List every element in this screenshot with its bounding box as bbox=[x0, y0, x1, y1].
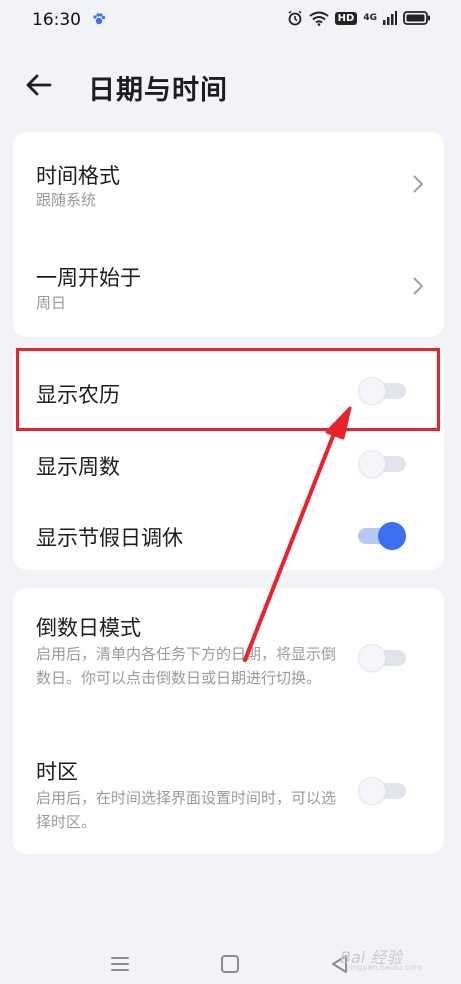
home-icon[interactable] bbox=[218, 952, 242, 976]
toggle-knob bbox=[358, 777, 386, 805]
week-start-value: 周日 bbox=[36, 294, 67, 312]
alarm-icon bbox=[288, 10, 302, 26]
annotation-highlight-box bbox=[16, 348, 440, 431]
signal-icon bbox=[383, 11, 397, 25]
week-start-title: 一周开始于 bbox=[36, 266, 141, 290]
format-settings-card: 时间格式 跟随系统 一周开始于 周日 bbox=[13, 132, 444, 337]
timezone-row[interactable]: 时区 启用后，在时间选择界面设置时间时，可以选择时区。 bbox=[13, 728, 444, 854]
paw-notification-icon bbox=[93, 13, 106, 25]
back-arrow-icon[interactable] bbox=[24, 70, 54, 100]
page-title: 日期与时间 bbox=[88, 75, 228, 106]
countdown-mode-description: 启用后，清单内各任务下方的日期，将显示倒数日。你可以点击倒数日或日期进行切换。 bbox=[36, 645, 337, 687]
timezone-toggle[interactable] bbox=[358, 777, 406, 805]
battery-icon bbox=[403, 11, 430, 25]
show-holiday-title: 显示节假日调休 bbox=[36, 526, 183, 550]
show-holiday-row[interactable]: 显示节假日调休 bbox=[13, 498, 444, 570]
countdown-mode-row[interactable]: 倒数日模式 启用后，清单内各任务下方的日期，将显示倒数日。你可以点击倒数日或日期… bbox=[13, 588, 444, 728]
show-week-number-title: 显示周数 bbox=[36, 455, 120, 479]
show-week-number-toggle[interactable] bbox=[358, 450, 406, 478]
network-label: 4G bbox=[363, 12, 377, 23]
watermark-subtext: jingyan.baidu.com bbox=[348, 963, 422, 972]
timezone-description: 启用后，在时间选择界面设置时间时，可以选择时区。 bbox=[36, 789, 337, 831]
status-time: 16:30 bbox=[32, 10, 81, 30]
header: 日期与时间 bbox=[0, 60, 461, 110]
time-format-row[interactable]: 时间格式 跟随系统 bbox=[13, 132, 444, 232]
toggle-knob bbox=[378, 522, 406, 550]
time-format-title: 时间格式 bbox=[36, 164, 120, 188]
wifi-icon bbox=[309, 11, 329, 26]
mode-settings-card: 倒数日模式 启用后，清单内各任务下方的日期，将显示倒数日。你可以点击倒数日或日期… bbox=[13, 588, 444, 854]
chevron-right-icon bbox=[413, 277, 424, 295]
status-icons: HD 4G bbox=[287, 10, 431, 26]
menu-icon[interactable] bbox=[108, 952, 132, 976]
week-start-row[interactable]: 一周开始于 周日 bbox=[13, 232, 444, 337]
toggle-knob bbox=[358, 450, 386, 478]
time-format-value: 跟随系统 bbox=[36, 191, 97, 209]
show-week-number-row[interactable]: 显示周数 bbox=[13, 433, 444, 498]
chevron-right-icon bbox=[413, 175, 424, 193]
toggle-knob bbox=[358, 644, 386, 672]
countdown-mode-title: 倒数日模式 bbox=[36, 616, 141, 640]
hd-badge: HD bbox=[334, 11, 358, 25]
status-bar: 16:30 HD 4G bbox=[0, 0, 461, 40]
show-holiday-toggle[interactable] bbox=[358, 522, 406, 550]
countdown-mode-toggle[interactable] bbox=[358, 644, 406, 672]
timezone-title: 时区 bbox=[36, 760, 78, 784]
